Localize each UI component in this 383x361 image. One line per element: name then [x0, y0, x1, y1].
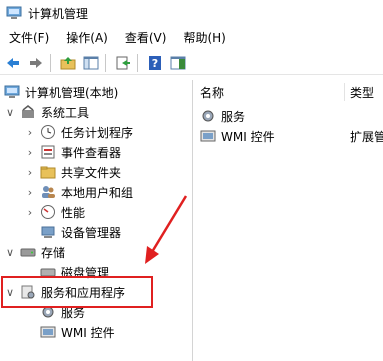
- toolbar-separator: [105, 53, 106, 72]
- chevron-right-icon[interactable]: ›: [24, 126, 36, 139]
- tree-item-performance[interactable]: › 性能: [24, 202, 85, 222]
- list-item-wmi[interactable]: WMI 控件 扩展管: [198, 126, 383, 146]
- chevron-down-icon[interactable]: ∨: [4, 106, 16, 119]
- toolbar-separator: [50, 53, 51, 72]
- menu-action[interactable]: 操作(A): [57, 27, 116, 49]
- tree-item-system-tools[interactable]: ∨ 系统工具: [4, 102, 89, 122]
- device-manager-icon: [41, 226, 55, 238]
- users-icon: [42, 186, 55, 198]
- up-folder-icon: [60, 56, 76, 69]
- svg-text:?: ?: [152, 57, 158, 70]
- tree-item-wmi[interactable]: WMI 控件: [36, 322, 115, 342]
- export-list-icon: [116, 56, 130, 69]
- shared-folder-icon: [40, 166, 56, 179]
- tools-icon: [22, 105, 34, 118]
- back-icon: [7, 57, 19, 68]
- forward-icon: [30, 57, 42, 68]
- tree-item-storage[interactable]: ∨ 存储: [4, 242, 65, 262]
- menu-file[interactable]: 文件(F): [0, 27, 57, 49]
- chevron-right-icon[interactable]: ›: [24, 206, 36, 219]
- computer-management-icon: [4, 85, 20, 98]
- action-pane-button[interactable]: [168, 53, 188, 73]
- chevron-right-icon[interactable]: ›: [24, 146, 36, 159]
- tree-item-task-scheduler[interactable]: › 任务计划程序: [24, 122, 133, 142]
- column-header-name[interactable]: 名称: [200, 80, 224, 104]
- tree-item-shared-folders[interactable]: › 共享文件夹: [24, 162, 121, 182]
- storage-icon: [20, 248, 36, 257]
- column-header-type[interactable]: 类型: [350, 80, 374, 104]
- menu-help[interactable]: 帮助(H): [174, 27, 233, 49]
- tree-item-label: 任务计划程序: [61, 125, 134, 140]
- tree-item-label: 系统工具: [41, 105, 90, 120]
- help-icon: ?: [149, 55, 161, 70]
- menu-view[interactable]: 查看(V): [116, 27, 175, 49]
- list-item-type: 扩展管: [350, 129, 383, 144]
- tree-item-label: 计算机管理(本地): [25, 85, 119, 100]
- computer-management-icon: [6, 6, 22, 19]
- tree-item-label: 本地用户和组: [61, 185, 134, 200]
- up-folder-button[interactable]: [58, 53, 78, 73]
- tree-item-label: 共享文件夹: [61, 165, 122, 180]
- event-viewer-icon: [41, 145, 55, 159]
- list-item-name: WMI 控件: [221, 129, 275, 144]
- tree-item-event-viewer[interactable]: › 事件查看器: [24, 142, 121, 162]
- tree-item-label: 性能: [61, 205, 86, 220]
- tree-item-label: WMI 控件: [61, 325, 115, 340]
- toolbar: ?: [0, 51, 383, 75]
- chevron-right-icon[interactable]: ›: [24, 166, 36, 179]
- highlight-box: [1, 276, 153, 308]
- show-hide-tree-button[interactable]: [81, 53, 101, 73]
- details-list: 名称 类型 服务 WMI 控件 扩展管: [194, 80, 383, 361]
- tree-item-label: 设备管理器: [61, 225, 122, 240]
- list-item-services[interactable]: 服务: [198, 106, 245, 126]
- performance-icon: [41, 205, 55, 219]
- navigation-tree: 计算机管理(本地) ∨ 系统工具 › 任务计划程序 › 事件查看器 › 共享文件…: [0, 80, 193, 361]
- gear-icon: [202, 110, 214, 122]
- export-list-button[interactable]: [113, 53, 133, 73]
- tree-item-root[interactable]: 计算机管理(本地): [2, 82, 118, 102]
- wmi-icon: [40, 326, 56, 338]
- tree-item-local-users[interactable]: › 本地用户和组: [24, 182, 133, 202]
- clock-icon: [41, 125, 55, 139]
- toolbar-separator: [137, 53, 138, 72]
- show-hide-tree-icon: [83, 56, 99, 69]
- list-item-name: 服务: [221, 109, 246, 124]
- title-bar: 计算机管理: [0, 0, 383, 26]
- chevron-down-icon[interactable]: ∨: [4, 246, 16, 259]
- help-button[interactable]: ?: [145, 53, 165, 73]
- back-button[interactable]: [3, 53, 23, 73]
- tree-item-label: 存储: [41, 245, 66, 260]
- chevron-right-icon[interactable]: ›: [24, 186, 36, 199]
- column-divider[interactable]: [344, 83, 345, 101]
- wmi-icon: [200, 130, 216, 142]
- tree-item-label: 事件查看器: [61, 145, 122, 160]
- action-pane-icon: [170, 56, 186, 69]
- menu-bar: 文件(F) 操作(A) 查看(V) 帮助(H): [0, 27, 383, 49]
- tree-item-device-manager[interactable]: 设备管理器: [36, 222, 121, 242]
- window-title: 计算机管理: [28, 6, 89, 21]
- forward-button[interactable]: [26, 53, 46, 73]
